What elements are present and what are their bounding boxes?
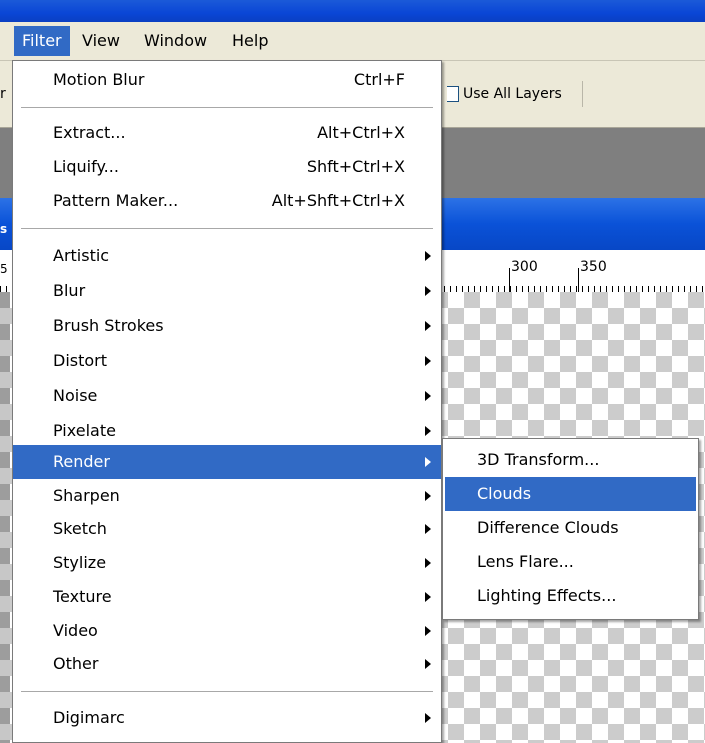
menu-separator: [21, 107, 433, 109]
menu-item-label: Liquify...: [53, 157, 119, 176]
submenu-arrow-icon: [425, 426, 431, 436]
menu-item-last-filter[interactable]: Motion Blur Ctrl+F: [13, 63, 441, 97]
menu-item-label: Sharpen: [53, 486, 120, 505]
ruler-major-tick: [578, 268, 579, 292]
use-all-layers-label: Use All Layers: [463, 86, 562, 102]
menu-item-digimarc[interactable]: Digimarc: [13, 701, 441, 735]
menu-item-other[interactable]: Other: [13, 647, 441, 681]
menu-item-label: Render: [53, 452, 110, 471]
menu-item-shortcut: Alt+Shft+Ctrl+X: [271, 191, 405, 210]
menu-filter[interactable]: Filter: [14, 26, 70, 56]
menu-item-label: Distort: [53, 351, 108, 370]
menu-item-blur[interactable]: Blur: [13, 274, 441, 308]
use-all-layers-checkbox[interactable]: [447, 86, 459, 102]
submenu-item-label: 3D Transform...: [477, 450, 600, 469]
menu-view[interactable]: View: [74, 26, 128, 56]
menu-item-sketch[interactable]: Sketch: [13, 512, 441, 546]
submenu-arrow-icon: [425, 491, 431, 501]
submenu-item-3d-transform[interactable]: 3D Transform...: [445, 443, 696, 477]
menu-help[interactable]: Help: [224, 26, 276, 56]
submenu-item-label: Lens Flare...: [477, 552, 574, 571]
app-title-bar: [0, 0, 705, 22]
menu-item-artistic[interactable]: Artistic: [13, 239, 441, 273]
submenu-arrow-icon: [425, 524, 431, 534]
menu-item-liquify[interactable]: Liquify... Shft+Ctrl+X: [13, 150, 441, 184]
submenu-arrow-icon: [425, 251, 431, 261]
submenu-item-label: Clouds: [477, 484, 532, 503]
menu-item-pattern-maker[interactable]: Pattern Maker... Alt+Shft+Ctrl+X: [13, 184, 441, 218]
menu-item-label: Texture: [53, 587, 112, 606]
menu-item-extract[interactable]: Extract... Alt+Ctrl+X: [13, 116, 441, 150]
menu-item-stylize[interactable]: Stylize: [13, 546, 441, 580]
render-submenu: 3D Transform... Clouds Difference Clouds…: [442, 438, 699, 620]
menu-item-video[interactable]: Video: [13, 614, 441, 648]
menu-item-label: Pattern Maker...: [53, 191, 179, 210]
submenu-arrow-icon: [425, 592, 431, 602]
menu-item-shortcut: Alt+Ctrl+X: [317, 123, 405, 142]
menu-bar: Filter View Window Help: [0, 22, 705, 61]
menu-item-label: Brush Strokes: [53, 316, 164, 335]
menu-item-label: Artistic: [53, 246, 110, 265]
menu-item-brush-strokes[interactable]: Brush Strokes: [13, 309, 441, 343]
submenu-item-lighting-effects[interactable]: Lighting Effects...: [445, 579, 696, 613]
menu-item-label: Video: [53, 621, 98, 640]
filter-menu: Motion Blur Ctrl+F Extract... Alt+Ctrl+X…: [12, 60, 442, 743]
submenu-arrow-icon: [425, 713, 431, 723]
document-title-edge-text: s: [0, 222, 8, 236]
menu-item-label: Noise: [53, 386, 98, 405]
submenu-arrow-icon: [425, 457, 431, 467]
submenu-item-difference-clouds[interactable]: Difference Clouds: [445, 511, 696, 545]
submenu-item-label: Difference Clouds: [477, 518, 619, 537]
submenu-item-lens-flare[interactable]: Lens Flare...: [445, 545, 696, 579]
menu-separator: [21, 228, 433, 230]
menu-item-render[interactable]: Render: [13, 445, 441, 479]
menu-item-label: Motion Blur: [53, 70, 145, 89]
ruler-edge-label: 5: [0, 262, 8, 276]
ruler-label-350: 350: [580, 259, 607, 275]
menu-separator: [21, 691, 433, 693]
menu-item-texture[interactable]: Texture: [13, 580, 441, 614]
menu-item-label: Extract...: [53, 123, 126, 142]
menu-window[interactable]: Window: [136, 26, 215, 56]
submenu-item-label: Lighting Effects...: [477, 586, 617, 605]
menu-item-label: Other: [53, 654, 99, 673]
submenu-arrow-icon: [425, 356, 431, 366]
submenu-arrow-icon: [425, 321, 431, 331]
options-edge-text: r: [0, 86, 6, 102]
ruler-label-300: 300: [511, 259, 538, 275]
submenu-arrow-icon: [425, 391, 431, 401]
menu-item-label: Pixelate: [53, 421, 116, 440]
menu-item-sharpen[interactable]: Sharpen: [13, 479, 441, 513]
menu-item-label: Stylize: [53, 553, 107, 572]
submenu-arrow-icon: [425, 659, 431, 669]
submenu-arrow-icon: [425, 286, 431, 296]
ruler-major-tick: [509, 268, 510, 292]
menu-item-shortcut: Ctrl+F: [353, 70, 405, 89]
menu-item-distort[interactable]: Distort: [13, 344, 441, 378]
submenu-item-clouds[interactable]: Clouds: [445, 477, 696, 511]
menu-item-label: Digimarc: [53, 708, 125, 727]
menu-item-label: Blur: [53, 281, 86, 300]
canvas-left-strip: [0, 292, 10, 743]
menu-item-label: Sketch: [53, 519, 107, 538]
submenu-arrow-icon: [425, 558, 431, 568]
menu-item-pixelate[interactable]: Pixelate: [13, 414, 441, 448]
submenu-arrow-icon: [425, 626, 431, 636]
use-all-layers-option[interactable]: Use All Layers: [447, 81, 583, 107]
menu-item-shortcut: Shft+Ctrl+X: [306, 157, 405, 176]
menu-item-noise[interactable]: Noise: [13, 379, 441, 413]
